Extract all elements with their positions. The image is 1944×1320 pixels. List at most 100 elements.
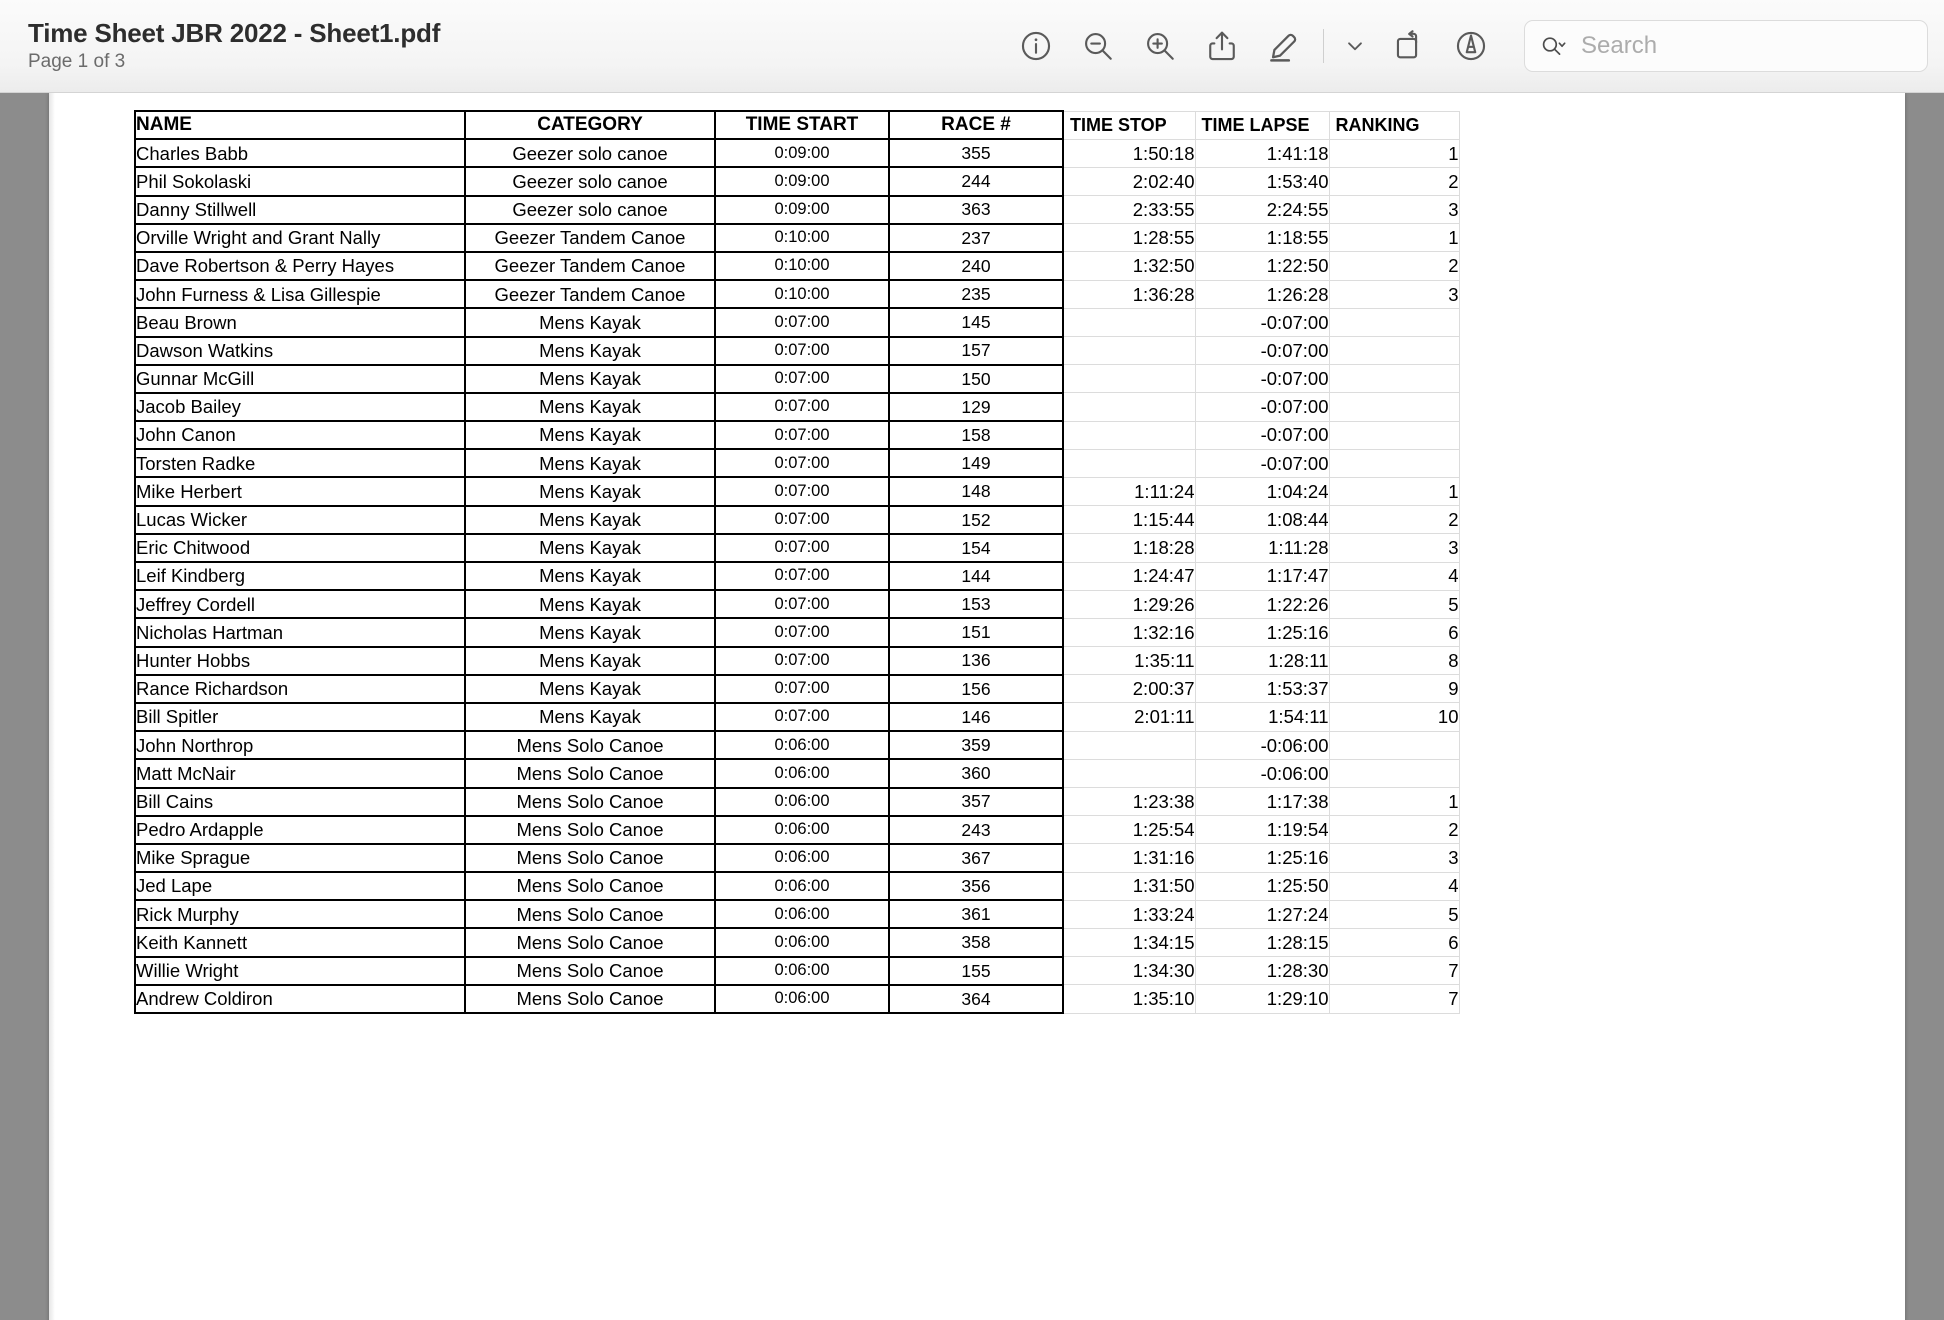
table-row: Orville Wright and Grant Nally Geezer Tan… [134,222,1460,253]
search-field[interactable] [1524,20,1928,72]
cell-ranking: 1 [1328,477,1460,507]
cell-name: Gunnar McGill [134,363,466,394]
cell-race: 158 [888,420,1064,451]
cell-time-start: 0:07:00 [714,617,890,648]
cell-time-lapse: 1:27:24 [1194,900,1330,929]
cell-time-lapse: 1:08:44 [1194,505,1330,535]
cell-time-lapse: -0:06:00 [1194,731,1330,760]
cell-race: 153 [888,589,1064,620]
search-magnifier-dropdown-icon[interactable] [1539,31,1569,61]
cell-time-lapse: 1:54:11 [1194,702,1330,732]
cell-time-lapse: 1:11:28 [1194,533,1330,563]
cell-ranking: 3 [1328,195,1460,225]
cell-race: 145 [888,307,1064,338]
info-icon[interactable] [1005,15,1067,77]
pdf-document-viewport[interactable]: NAME CATEGORY TIME START RACE # TIME STO… [0,93,1944,1320]
cell-time-stop: 1:36:28 [1062,280,1196,309]
cell-category: Mens Solo Canoe [464,927,716,958]
cell-time-start: 0:07:00 [714,504,890,535]
cell-ranking: 3 [1328,280,1460,309]
cell-ranking [1328,449,1460,478]
cell-time-start: 0:07:00 [714,532,890,564]
column-header-ranking: RANKING [1328,110,1460,140]
cell-time-lapse: -0:06:00 [1194,759,1330,789]
cell-race: 136 [888,645,1064,676]
cell-ranking [1328,759,1460,789]
cell-ranking: 4 [1328,872,1460,901]
table-row: Beau Brown Mens Kayak 0:07:00 145 -0:07:00 [134,307,1460,338]
cell-race: 243 [888,814,1064,845]
table-row: Jed Lape Mens Solo Canoe 0:06:00 356 1:31:50… [134,871,1460,902]
cell-time-lapse: 1:28:15 [1194,928,1330,958]
cell-category: Mens Solo Canoe [464,871,716,902]
cell-ranking: 2 [1328,505,1460,535]
cell-time-stop [1062,421,1196,450]
cell-ranking: 7 [1328,984,1460,1014]
zoom-in-icon[interactable] [1129,15,1191,77]
cell-time-lapse: 1:17:47 [1194,562,1330,591]
cell-race: 155 [888,955,1064,986]
table-body: Charles Babb Geezer solo canoe 0:09:00 355 1… [134,138,1460,1015]
cell-time-start: 0:10:00 [714,222,890,253]
cell-time-lapse: 1:04:24 [1194,477,1330,507]
cell-name: Jeffrey Cordell [134,589,466,620]
table-row: Rick Murphy Mens Solo Canoe 0:06:00 361 1:33… [134,899,1460,930]
markup-pen-icon[interactable] [1253,15,1315,77]
table-row: Hunter Hobbs Mens Kayak 0:07:00 136 1:35:11 1… [134,645,1460,676]
cell-time-start: 0:06:00 [714,927,890,958]
cell-category: Geezer solo canoe [464,194,716,225]
search-input[interactable] [1581,32,1913,60]
cell-category: Mens Kayak [464,448,716,479]
annotate-icon[interactable] [1440,15,1502,77]
cell-time-start: 0:06:00 [714,871,890,902]
cell-time-lapse: 1:29:10 [1194,984,1330,1014]
cell-time-lapse: 1:53:40 [1194,167,1330,197]
cell-time-stop: 1:24:47 [1062,562,1196,591]
zoom-out-icon[interactable] [1067,15,1129,77]
cell-time-stop [1062,392,1196,422]
column-header-time-lapse: TIME LAPSE [1194,110,1330,140]
cell-category: Mens Kayak [464,617,716,648]
cell-time-start: 0:06:00 [714,730,890,761]
cell-time-start: 0:07:00 [714,476,890,507]
cell-name: Phil Sokolaski [134,166,466,197]
table-row: Leif Kindberg Mens Kayak 0:07:00 144 1:24:47… [134,560,1460,592]
cell-name: Matt McNair [134,758,466,789]
cell-time-start: 0:06:00 [714,899,890,930]
cell-category: Mens Kayak [464,335,716,366]
cell-time-lapse: 1:26:28 [1194,280,1330,309]
cell-category: Mens Kayak [464,560,716,592]
cell-race: 357 [888,786,1064,817]
cell-category: Geezer solo canoe [464,138,716,169]
cell-category: Mens Solo Canoe [464,730,716,761]
toolbar-actions [1005,15,1502,77]
cell-time-start: 0:07:00 [714,560,890,592]
table-row: Bill Spitler Mens Kayak 0:07:00 146 2:01:11 1… [134,701,1460,733]
cell-time-lapse: -0:07:00 [1194,336,1330,366]
column-header-race: RACE # [888,109,1064,141]
share-icon[interactable] [1191,15,1253,77]
cell-time-stop: 1:31:50 [1062,872,1196,901]
cell-ranking [1328,392,1460,422]
cell-time-start: 0:06:00 [714,814,890,845]
chevron-down-icon[interactable] [1332,15,1378,77]
cell-race: 363 [888,194,1064,225]
cell-name: Lucas Wicker [134,504,466,535]
cell-time-stop [1062,364,1196,394]
cell-time-lapse: 2:24:55 [1194,195,1330,225]
cell-race: 367 [888,842,1064,874]
rotate-icon[interactable] [1378,15,1440,77]
cell-time-stop: 1:23:38 [1062,787,1196,817]
cell-race: 154 [888,532,1064,564]
cell-name: John Canon [134,420,466,451]
cell-time-start: 0:06:00 [714,842,890,874]
cell-ranking: 2 [1328,815,1460,845]
cell-race: 144 [888,560,1064,592]
cell-time-lapse: 1:22:26 [1194,590,1330,619]
cell-category: Mens Kayak [464,391,716,423]
table-row: Torsten Radke Mens Kayak 0:07:00 149 -0:07:0… [134,448,1460,479]
cell-name: Mike Sprague [134,842,466,874]
cell-time-start: 0:06:00 [714,955,890,986]
cell-category: Geezer Tandem Canoe [464,222,716,253]
cell-time-start: 0:07:00 [714,589,890,620]
